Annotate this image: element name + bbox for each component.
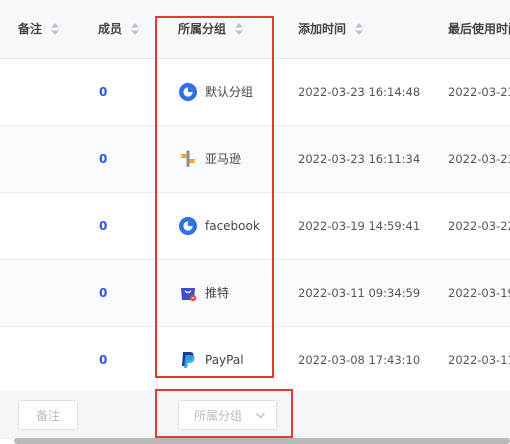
sort-icon[interactable] <box>130 22 140 36</box>
twitter-bag-icon <box>178 283 198 303</box>
column-header-group[interactable]: 所属分组 <box>178 0 244 58</box>
group-cell: 推特 <box>178 260 229 326</box>
group-cell: facebook <box>178 193 260 259</box>
sort-icon[interactable] <box>234 22 244 36</box>
table-row[interactable]: 0 facebook 2022-03-19 14:59:41 2022-03-2… <box>0 193 510 260</box>
sort-icon[interactable] <box>354 22 364 36</box>
column-header-label: 添加时间 <box>298 22 347 36</box>
added-time: 2022-03-23 16:14:48 <box>298 85 421 99</box>
column-header-label: 所属分组 <box>178 22 227 36</box>
column-header-added-time[interactable]: 添加时间 <box>298 0 364 58</box>
group-name: facebook <box>205 219 260 233</box>
column-header-last-used[interactable]: 最后使用时间 <box>448 0 510 58</box>
group-name: 推特 <box>205 286 230 300</box>
table-row[interactable]: 0 PayPal 2022-03-08 17:43:10 2022-03-11 <box>0 327 510 394</box>
chevron-down-icon <box>255 401 266 442</box>
column-header-members[interactable]: 成员 <box>98 0 140 58</box>
group-name: PayPal <box>205 353 244 367</box>
table-row[interactable]: 0 亚马逊 2022-03-23 16:11:34 2022-03-23 <box>0 126 510 193</box>
members-count[interactable]: 0 <box>99 59 107 125</box>
group-name: 亚马逊 <box>205 152 242 166</box>
remark-filter-button[interactable]: 备注 <box>18 400 78 430</box>
facebook-group-icon <box>178 216 198 236</box>
amazon-icon <box>178 149 198 169</box>
last-used-time: 2022-03-11 <box>448 353 510 367</box>
horizontal-scrollbar[interactable] <box>14 438 510 444</box>
last-used-time: 2022-03-23 <box>448 85 510 99</box>
default-group-icon <box>178 82 198 102</box>
added-time: 2022-03-08 17:43:10 <box>298 353 421 367</box>
added-time: 2022-03-11 09:34:59 <box>298 286 421 300</box>
paypal-icon <box>178 350 198 370</box>
members-count[interactable]: 0 <box>99 327 107 393</box>
added-time: 2022-03-19 14:59:41 <box>298 219 421 233</box>
sort-icon[interactable] <box>50 22 60 36</box>
column-header-label: 备注 <box>18 22 43 36</box>
table-header: 备注 成员 所属分组 添加时间 最后使用时间 <box>0 0 510 59</box>
group-name: 默认分组 <box>205 85 254 99</box>
group-cell: 亚马逊 <box>178 126 241 192</box>
members-count[interactable]: 0 <box>99 193 107 259</box>
members-count[interactable]: 0 <box>99 126 107 192</box>
table-row[interactable]: 0 推特 2022-03-11 09:34:59 2022-03-19 <box>0 260 510 327</box>
last-used-time: 2022-03-19 <box>448 286 510 300</box>
last-used-time: 2022-03-23 <box>448 152 510 166</box>
last-used-time: 2022-03-22 <box>448 219 510 233</box>
group-cell: 默认分组 <box>178 59 253 125</box>
column-header-label: 最后使用时间 <box>448 22 510 36</box>
group-filter-label: 所属分组 <box>194 409 243 423</box>
group-cell: PayPal <box>178 327 244 393</box>
group-filter-select[interactable]: 所属分组 <box>178 400 277 430</box>
column-header-label: 成员 <box>98 22 123 36</box>
column-header-remark[interactable]: 备注 <box>18 0 60 58</box>
added-time: 2022-03-23 16:11:34 <box>298 152 421 166</box>
members-count[interactable]: 0 <box>99 260 107 326</box>
table-row[interactable]: 0 默认分组 2022-03-23 16:14:48 2022-03-23 <box>0 59 510 126</box>
filter-footer: 备注 所属分组 <box>0 391 510 439</box>
